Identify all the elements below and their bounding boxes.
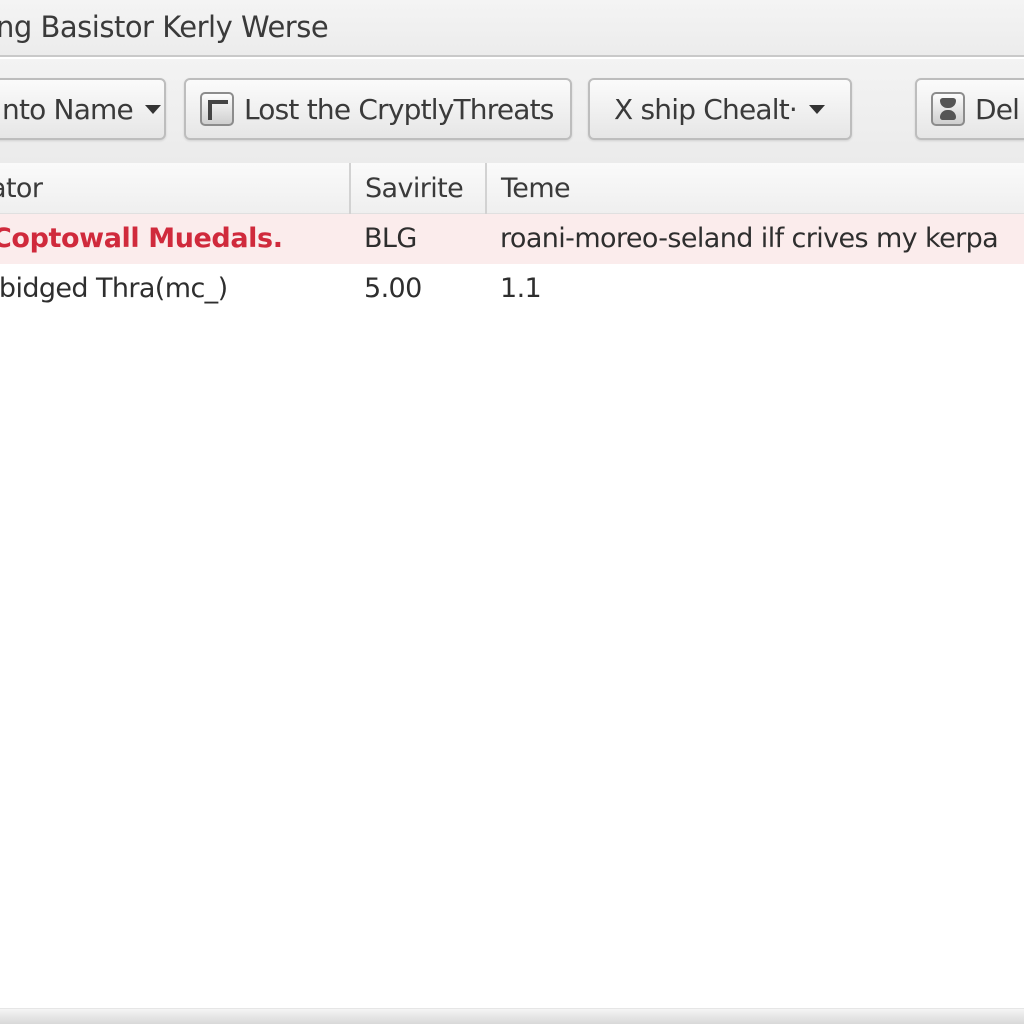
cell-name: Coptowall Muedals. — [0, 223, 283, 254]
chevron-down-icon — [144, 104, 161, 114]
table-row[interactable]: Coptowall Muedals. BLG roani-moreo-selan… — [0, 214, 1024, 264]
toolbar: nto Name Lost the CryptlyThreats X ship … — [0, 59, 1024, 163]
name-dropdown-button[interactable]: nto Name — [0, 78, 166, 140]
hourglass-icon — [931, 92, 965, 126]
delete-label: Del — [975, 92, 1020, 126]
column-header-name[interactable]: ator — [0, 163, 350, 214]
cell-severity: 5.00 — [364, 273, 422, 304]
table-header: ator Savirite Teme — [0, 163, 1024, 214]
cell-type: 1.1 — [500, 273, 542, 304]
table-row[interactable]: lbidged Thra(mc_) 5.00 1.1 — [0, 264, 1024, 314]
cell-type: roani-moreo-seland ilf crives my kerpa — [500, 223, 999, 254]
threats-table: ator Savirite Teme Coptowall Muedals. BL… — [0, 163, 1024, 314]
name-dropdown-label: nto Name — [2, 92, 134, 126]
cell-severity: BLG — [364, 223, 417, 254]
status-bar — [0, 1008, 1024, 1024]
cell-name: lbidged Thra(mc_) — [0, 273, 228, 304]
ship-health-dropdown-button[interactable]: X ship Chealt· — [588, 78, 852, 140]
title-bar: ng Basistor Kerly Werse — [0, 0, 1024, 57]
ship-health-label: X ship Chealt· — [614, 92, 798, 126]
column-header-type[interactable]: Teme — [485, 163, 1024, 214]
square-icon — [200, 92, 234, 126]
lost-threats-button[interactable]: Lost the CryptlyThreats — [184, 78, 572, 140]
chevron-down-icon — [809, 104, 826, 114]
lost-threats-label: Lost the CryptlyThreats — [244, 92, 554, 126]
delete-button[interactable]: Del — [915, 78, 1024, 140]
column-header-severity[interactable]: Savirite — [349, 163, 485, 214]
window-title: ng Basistor Kerly Werse — [0, 10, 329, 44]
